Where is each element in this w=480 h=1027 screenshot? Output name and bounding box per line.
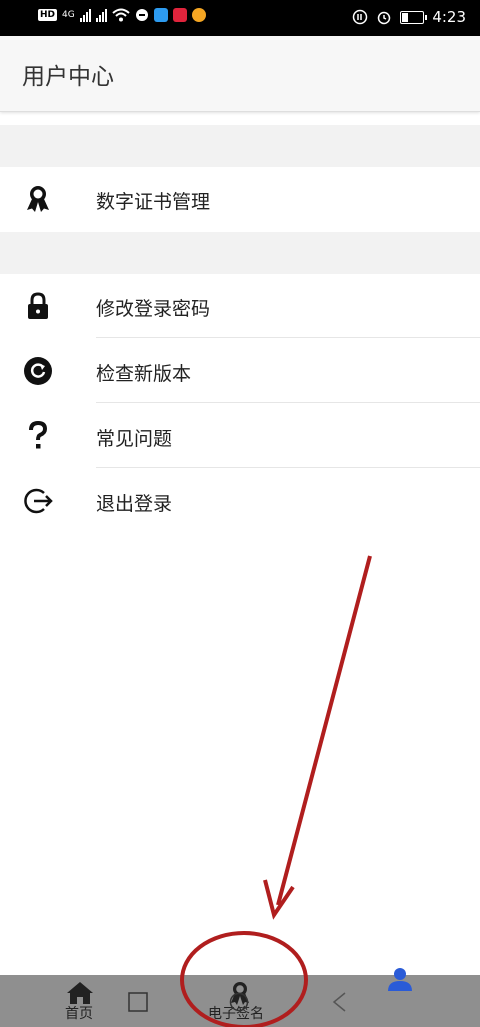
signal-icon <box>79 8 91 22</box>
row-divider <box>96 337 480 338</box>
tab-home[interactable]: 首页 <box>50 975 110 1027</box>
row-divider <box>96 402 480 403</box>
menu-item-label: 退出登录 <box>96 493 173 515</box>
nfc-icon <box>353 9 368 25</box>
home-button[interactable] <box>229 992 249 1012</box>
back-button[interactable] <box>330 992 350 1012</box>
app-search-icon <box>153 8 168 22</box>
weibo-icon <box>191 8 206 22</box>
tab-user-center[interactable] <box>370 968 430 1027</box>
wifi-icon <box>112 8 130 22</box>
menu-item-change-password[interactable]: 修改登录密码 <box>0 274 480 338</box>
refresh-icon <box>24 357 52 385</box>
hd-badge: HD <box>38 9 58 21</box>
section-gap <box>0 232 480 274</box>
menu-item-faq[interactable]: 常见问题 <box>0 404 480 468</box>
status-bar: HD 4G 4:23 <box>0 0 480 36</box>
battery-icon <box>400 10 428 24</box>
menu-item-logout[interactable]: 退出登录 <box>0 469 480 533</box>
menu-item-label: 数字证书管理 <box>96 191 211 213</box>
tab-label: 首页 <box>65 1006 93 1022</box>
menu-item-label: 检查新版本 <box>96 363 192 385</box>
badge-icon <box>27 186 49 212</box>
menu-item-label: 修改登录密码 <box>96 298 211 320</box>
bottom-navigation: 首页 电子签名 <box>0 968 480 1027</box>
question-icon <box>29 420 48 449</box>
page-title: 用户中心 <box>22 64 114 90</box>
alarm-icon <box>378 11 391 25</box>
page-header: 用户中心 <box>0 36 480 112</box>
network-type: 4G <box>62 10 75 20</box>
menu-item-label: 常见问题 <box>96 428 173 450</box>
row-divider <box>96 467 480 468</box>
app-red-icon <box>172 8 187 22</box>
menu-item-cert[interactable]: 数字证书管理 <box>0 167 480 231</box>
signal-2-icon <box>95 8 107 22</box>
recent-apps-button[interactable] <box>128 992 148 1012</box>
section-gap <box>0 125 480 167</box>
status-time: 4:23 <box>432 8 466 26</box>
app-circle-icon <box>135 9 148 21</box>
user-icon <box>388 968 412 991</box>
logout-icon <box>24 488 53 514</box>
menu-item-check-version[interactable]: 检查新版本 <box>0 339 480 403</box>
lock-icon <box>28 292 48 319</box>
